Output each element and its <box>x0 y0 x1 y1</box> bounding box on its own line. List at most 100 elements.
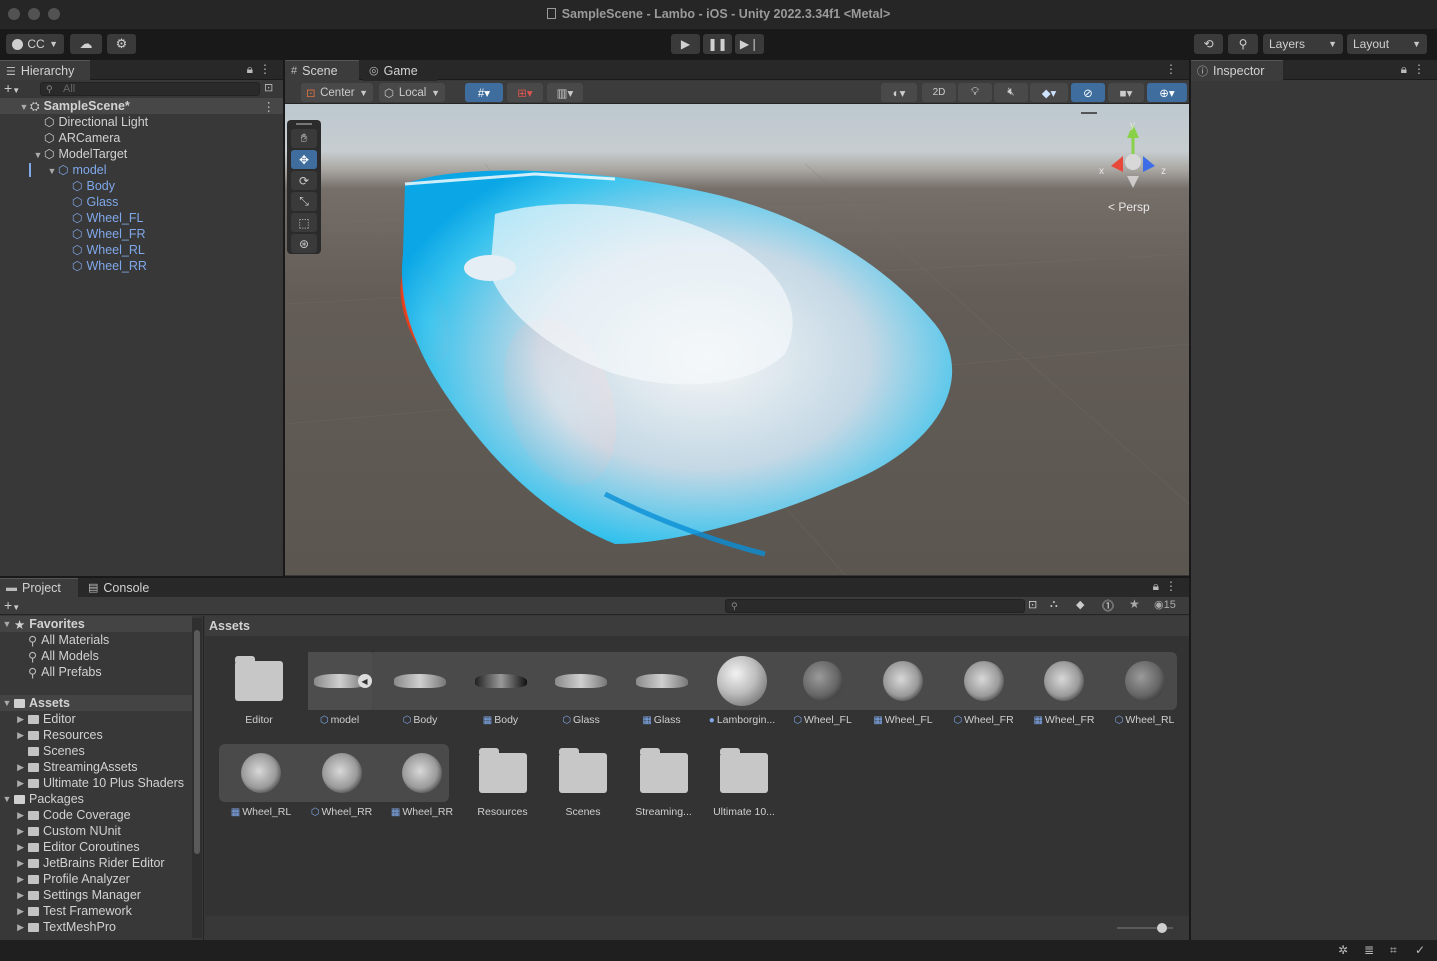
chevron-right-icon[interactable]: ▶ <box>0 890 28 901</box>
tree-package-item[interactable]: ▶ Custom NUnit <box>0 823 192 839</box>
packages-section[interactable]: ▼ Packages <box>0 791 192 807</box>
tree-package-item[interactable]: ▶ Code Coverage <box>0 807 192 823</box>
audio-toggle[interactable]: 🔇︎ <box>994 83 1028 102</box>
history-button[interactable]: ⟲ <box>1194 34 1223 54</box>
lock-icon[interactable]: 🔒︎ <box>247 62 259 76</box>
account-dropdown[interactable]: CC ▼ <box>6 34 64 54</box>
chevron-down-icon[interactable]: ▼ <box>0 794 14 804</box>
pivot-mode-dropdown[interactable]: ⊡ Center ▼ <box>301 83 373 102</box>
tree-package-item[interactable]: ▶ TextMeshPro <box>0 919 192 935</box>
tab-console[interactable]: ▤ Console <box>82 578 162 597</box>
pivot-rotation-dropdown[interactable]: ⬡ Local ▼ <box>379 83 445 102</box>
hierarchy-item[interactable]: ⬡ Wheel_FL <box>0 210 283 226</box>
asset-item[interactable]: ⬡ Wheel_RR <box>304 744 380 824</box>
chevron-right-icon[interactable]: ▶ <box>0 778 28 789</box>
effects-dropdown[interactable]: ◆▾ <box>1030 83 1068 102</box>
hierarchy-item[interactable]: ▼ ⛭ SampleScene* ⋮ <box>0 98 283 114</box>
projection-toggle[interactable]: < Persp <box>1108 200 1150 214</box>
layout-dropdown[interactable]: Layout ▼ <box>1347 34 1427 54</box>
tree-package-item[interactable]: ▶ Test Framework <box>0 903 192 919</box>
lighting-toggle[interactable]: 💡︎ <box>958 83 992 102</box>
asset-item[interactable]: ▦ Wheel_FL <box>865 652 941 732</box>
chevron-right-icon[interactable]: ▶ <box>0 906 28 917</box>
gizmo-z-cone[interactable] <box>1143 156 1155 172</box>
chevron-right-icon[interactable]: ▶ <box>0 874 28 885</box>
hierarchy-item[interactable]: ▼ ⬡ model <box>0 162 283 178</box>
asset-item[interactable]: ⬡ Wheel_RL <box>1107 652 1183 732</box>
favorite-item[interactable]: ⚲ All Materials <box>0 632 192 648</box>
tab-hierarchy[interactable]: ☰ Hierarchy <box>0 60 90 81</box>
tree-scrollbar[interactable] <box>192 618 202 938</box>
chevron-down-icon[interactable]: ▼ <box>0 698 14 708</box>
kebab-menu-icon[interactable]: ⋮ <box>263 99 276 114</box>
hierarchy-item[interactable]: ⬡ Directional Light <box>0 114 283 130</box>
asset-item[interactable]: Scenes <box>545 744 621 824</box>
asset-item[interactable]: ⬡ Body <box>382 652 458 732</box>
draw-mode-dropdown[interactable]: ◐▾ <box>881 83 917 102</box>
rotate-tool-button[interactable]: ⟳ <box>291 171 317 190</box>
pause-button[interactable]: ❚❚ <box>703 34 732 54</box>
scale-tool-button[interactable]: ⤡ <box>291 192 317 211</box>
expand-arrow-icon[interactable]: ▼ <box>46 166 58 176</box>
tree-folder-item[interactable]: ▶ StreamingAssets <box>0 759 192 775</box>
collapse-prefab-button[interactable]: ◀ <box>357 674 372 688</box>
snap-settings-toggle[interactable]: ⊞▾ <box>507 83 543 102</box>
tree-package-item[interactable]: ▶ JetBrains Rider Editor <box>0 855 192 871</box>
chevron-right-icon[interactable]: ▶ <box>0 762 28 773</box>
hierarchy-item[interactable]: ⬡ Body <box>0 178 283 194</box>
tree-package-item[interactable]: ▶ Settings Manager <box>0 887 192 903</box>
rect-tool-button[interactable]: ⬚ <box>291 213 317 232</box>
bug-icon[interactable]: ✲ <box>1338 943 1348 957</box>
layers-stack-icon[interactable]: ≣ <box>1364 943 1374 957</box>
scene-viewport[interactable]: ✋︎ ✥ ⟳ ⤡ ⬚ ⊛ x y z < Persp <box>285 104 1189 575</box>
increment-snap-toggle[interactable]: ▥▾ <box>547 83 583 102</box>
asset-item[interactable]: ● Lamborgin... <box>704 652 780 732</box>
panel-options[interactable]: 🔒︎⋮ <box>1401 62 1431 77</box>
chevron-right-icon[interactable]: ▶ <box>0 730 28 741</box>
check-circle-icon[interactable]: ✓ <box>1415 943 1425 957</box>
cloud-button[interactable]: ☁ <box>70 34 102 54</box>
panel-options[interactable]: 🔒︎⋮ <box>1153 579 1183 594</box>
expand-arrow-icon[interactable]: ▼ <box>18 102 30 112</box>
favorite-item[interactable]: ⚲ All Prefabs <box>0 664 192 680</box>
hierarchy-item[interactable]: ⬡ ARCamera <box>0 130 283 146</box>
lock-icon[interactable]: 🔒︎ <box>1153 579 1165 593</box>
kebab-menu-icon[interactable]: ⋮ <box>259 62 277 76</box>
chevron-right-icon[interactable]: ▶ <box>0 826 28 837</box>
asset-item[interactable]: Editor <box>221 652 297 732</box>
tab-project[interactable]: ▬ Project <box>0 578 78 597</box>
asset-item[interactable]: Resources <box>465 744 541 824</box>
tree-folder-item[interactable]: ▶ Resources <box>0 727 192 743</box>
tab-inspector[interactable]: ⓘ Inspector <box>1191 60 1283 81</box>
view-tool-button[interactable]: ✋︎ <box>291 129 317 148</box>
tree-folder-item[interactable]: Scenes <box>0 743 192 759</box>
collab-button[interactable]: ⚙ <box>107 34 136 54</box>
layers-dropdown[interactable]: Layers ▼ <box>1263 34 1343 54</box>
tree-folder-item[interactable]: ▶ Ultimate 10 Plus Shaders <box>0 775 192 791</box>
asset-item[interactable]: ▦ Wheel_RL <box>223 744 299 824</box>
hierarchy-item[interactable]: ⬡ Wheel_RL <box>0 242 283 258</box>
kebab-menu-icon[interactable]: ⋮ <box>1413 62 1431 76</box>
tree-package-item[interactable]: ▶ Profile Analyzer <box>0 871 192 887</box>
move-tool-button[interactable]: ✥ <box>291 150 317 169</box>
hierarchy-item[interactable]: ⬡ Glass <box>0 194 283 210</box>
tree-package-item[interactable]: ▶ Editor Coroutines <box>0 839 192 855</box>
transform-tool-button[interactable]: ⊛ <box>291 234 317 253</box>
assets-section[interactable]: ▼ Assets <box>0 695 192 711</box>
chevron-right-icon[interactable]: ▶ <box>0 810 28 821</box>
hierarchy-item[interactable]: ▼ ⬡ ModelTarget <box>0 146 283 162</box>
gizmo-center[interactable] <box>1125 154 1141 170</box>
scene-visibility-toggle[interactable]: ⊘ <box>1071 83 1105 102</box>
tag-icon[interactable]: ◆ <box>1076 598 1084 611</box>
tree-scrollbar-thumb[interactable] <box>194 630 200 854</box>
chevron-right-icon[interactable]: ▶ <box>0 714 28 725</box>
search-by-label-icon[interactable]: ⛬ <box>1050 598 1058 611</box>
favorites-section[interactable]: ▼ ★ Favorites <box>0 616 192 632</box>
network-icon[interactable]: ⌗ <box>1390 943 1397 958</box>
step-button[interactable]: ▶❘ <box>735 34 764 54</box>
gizmos-dropdown[interactable]: ⊕▾ <box>1147 83 1187 102</box>
tab-scene[interactable]: # Scene <box>285 60 359 81</box>
asset-item[interactable]: ◀ ⬡ model <box>302 652 378 732</box>
asset-item[interactable]: ⬡ Glass <box>543 652 619 732</box>
create-asset-button[interactable]: +▼ <box>4 597 20 613</box>
